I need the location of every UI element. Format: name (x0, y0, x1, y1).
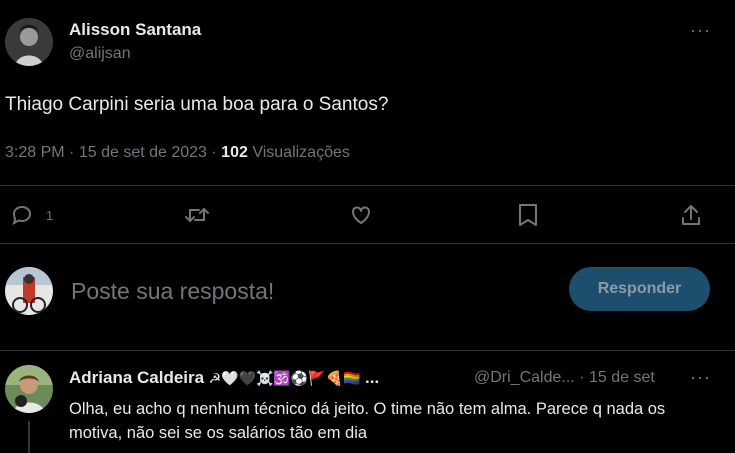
post-time[interactable]: 3:28 PM (5, 144, 65, 161)
reply-more-dots-icon[interactable]: ··· (690, 367, 711, 388)
share-icon (680, 203, 702, 227)
reply-count: 1 (46, 207, 54, 223)
reply-author-name[interactable]: Adriana Caldeira (69, 368, 204, 387)
reply-author-avatar[interactable] (5, 365, 53, 413)
divider-actions (0, 243, 735, 244)
views-label: Visualizações (252, 144, 350, 161)
post-meta: 3:28 PM · 15 de set de 2023 · 102 Visual… (5, 144, 350, 162)
more-dots-icon[interactable]: ··· (690, 20, 711, 41)
like-button[interactable] (349, 203, 373, 227)
author-name[interactable]: Alisson Santana (69, 20, 201, 40)
retweet-button[interactable] (184, 203, 210, 227)
author-avatar[interactable] (5, 18, 53, 66)
reply-author-ellipsis: ... (365, 368, 380, 387)
thread-line (28, 421, 30, 453)
meta-separator: · (69, 144, 79, 161)
share-button[interactable] (680, 203, 702, 227)
author-handle[interactable]: @alijsan (69, 45, 131, 63)
reply-separator: · (579, 369, 585, 386)
reply-author-handle[interactable]: @Dri_Calde... (474, 369, 575, 386)
composer-avatar[interactable] (5, 267, 53, 315)
reply-text: Olha, eu acho q nenhum técnico dá jeito.… (69, 400, 666, 442)
divider-top (0, 185, 735, 186)
retweet-icon (184, 203, 210, 227)
bookmark-icon (517, 203, 539, 227)
views-count: 102 (221, 144, 248, 161)
bookmark-button[interactable] (517, 203, 539, 227)
divider-composer (0, 350, 735, 351)
meta-separator: · (211, 144, 222, 161)
reply-button[interactable]: 1 (10, 203, 53, 227)
reply-meta: @Dri_Calde... · 15 de set (474, 369, 655, 387)
reply-date[interactable]: 15 de set (589, 369, 655, 386)
reply-author-emojis: ☭🤍🖤☠️🕉️⚽🚩🍕🏳️‍🌈 (208, 371, 361, 387)
reply-submit-button[interactable]: Responder (569, 267, 710, 311)
post-date[interactable]: 15 de set de 2023 (79, 144, 207, 161)
reply-input[interactable]: Poste sua resposta! (71, 278, 274, 305)
post-text: Thiago Carpini seria uma boa para o Sant… (5, 94, 389, 115)
like-icon (349, 203, 373, 227)
reply-icon (10, 203, 34, 227)
